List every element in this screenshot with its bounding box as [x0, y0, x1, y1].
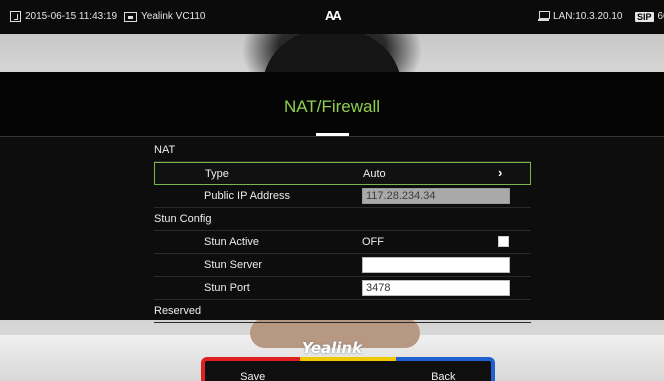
- setting-label: Stun Port: [204, 282, 250, 294]
- setting-label: Stun Server: [204, 259, 263, 271]
- status-bar: 2015-06-15 11:43:19 Yealink VC110 AA LAN…: [0, 0, 664, 34]
- lan-address: LAN:10.3.20.10: [553, 11, 623, 22]
- save-button[interactable]: Save: [201, 357, 301, 381]
- softkey-bar: Save Back: [201, 357, 495, 381]
- setting-label: Type: [205, 168, 229, 180]
- title-band: NAT/Firewall: [0, 72, 664, 136]
- public-ip-field: 117.28.234.34: [362, 188, 510, 204]
- section-label: Stun Config: [154, 213, 212, 225]
- settings-panel: NAT Type Auto › Public IP Address 117.28…: [0, 136, 664, 323]
- page-title: NAT/Firewall: [283, 97, 381, 116]
- datetime-text: 2015-06-15 11:43:19: [25, 11, 118, 22]
- lan-status: LAN:10.3.20.10: [538, 11, 623, 22]
- text-size-icon[interactable]: AA: [325, 8, 342, 23]
- yealink-logo: Yealink: [301, 339, 363, 357]
- stun-port-field[interactable]: 3478: [362, 280, 510, 296]
- sip-account: 600: [657, 11, 664, 22]
- stun-active-value: OFF: [362, 236, 384, 248]
- setting-type[interactable]: Type Auto ›: [154, 162, 531, 185]
- setting-stun-port: Stun Port 3478: [154, 277, 531, 300]
- section-nat: NAT: [154, 139, 531, 162]
- setting-label: Stun Active: [204, 236, 260, 248]
- sip-status: SIP 600: [635, 11, 664, 22]
- setting-public-ip: Public IP Address 117.28.234.34: [154, 185, 531, 208]
- setting-stun-server: Stun Server: [154, 254, 531, 277]
- device-name-text: Yealink VC110: [141, 11, 206, 22]
- back-button[interactable]: Back: [395, 357, 495, 381]
- stun-server-field[interactable]: [362, 257, 510, 273]
- setting-label: Public IP Address: [204, 190, 291, 202]
- section-reserved: Reserved: [154, 300, 531, 323]
- stun-active-checkbox[interactable]: [498, 236, 509, 247]
- section-label: Reserved: [154, 305, 202, 317]
- chevron-right-icon[interactable]: ›: [498, 165, 502, 180]
- section-stun-config: Stun Config: [154, 208, 531, 231]
- monitor-icon: [124, 11, 137, 22]
- sip-icon: SIP: [635, 11, 654, 22]
- setting-stun-active[interactable]: Stun Active OFF: [154, 231, 531, 254]
- datetime-display: 2015-06-15 11:43:19: [10, 11, 117, 22]
- middle-softkey[interactable]: [300, 357, 396, 381]
- network-icon: [538, 11, 550, 22]
- calendar-icon: [10, 11, 21, 22]
- device-name-display: Yealink VC110: [124, 11, 206, 22]
- type-value[interactable]: Auto: [363, 168, 386, 180]
- section-label: NAT: [154, 144, 176, 156]
